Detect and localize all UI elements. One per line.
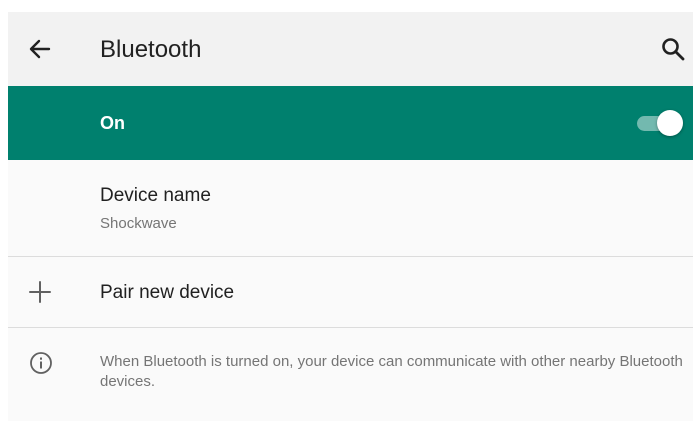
arrow-left-icon — [29, 39, 51, 59]
switch-state-label: On — [100, 113, 125, 133]
toggle-thumb — [657, 110, 683, 136]
info-text: When Bluetooth is turned on, your device… — [100, 353, 683, 390]
device-name-row[interactable]: Device name Shockwave — [8, 160, 693, 256]
pair-new-device-label: Pair new device — [100, 282, 235, 303]
page-title: Bluetooth — [100, 36, 202, 63]
device-name-title: Device name — [100, 185, 211, 206]
back-button[interactable] — [26, 35, 54, 63]
bluetooth-toggle[interactable] — [637, 110, 683, 136]
info-icon — [30, 352, 52, 374]
app-bar: Bluetooth — [8, 12, 693, 86]
search-icon — [662, 38, 685, 61]
search-button[interactable] — [660, 36, 686, 62]
device-name-value: Shockwave — [100, 215, 177, 232]
bluetooth-info-footer: When Bluetooth is turned on, your device… — [8, 328, 693, 421]
plus-icon — [29, 281, 51, 303]
pair-new-device-row[interactable]: Pair new device — [8, 257, 693, 327]
bluetooth-settings-screen: Bluetooth On Device name Shockwave Pair … — [8, 12, 693, 421]
bluetooth-master-switch-bar[interactable]: On — [8, 86, 693, 160]
